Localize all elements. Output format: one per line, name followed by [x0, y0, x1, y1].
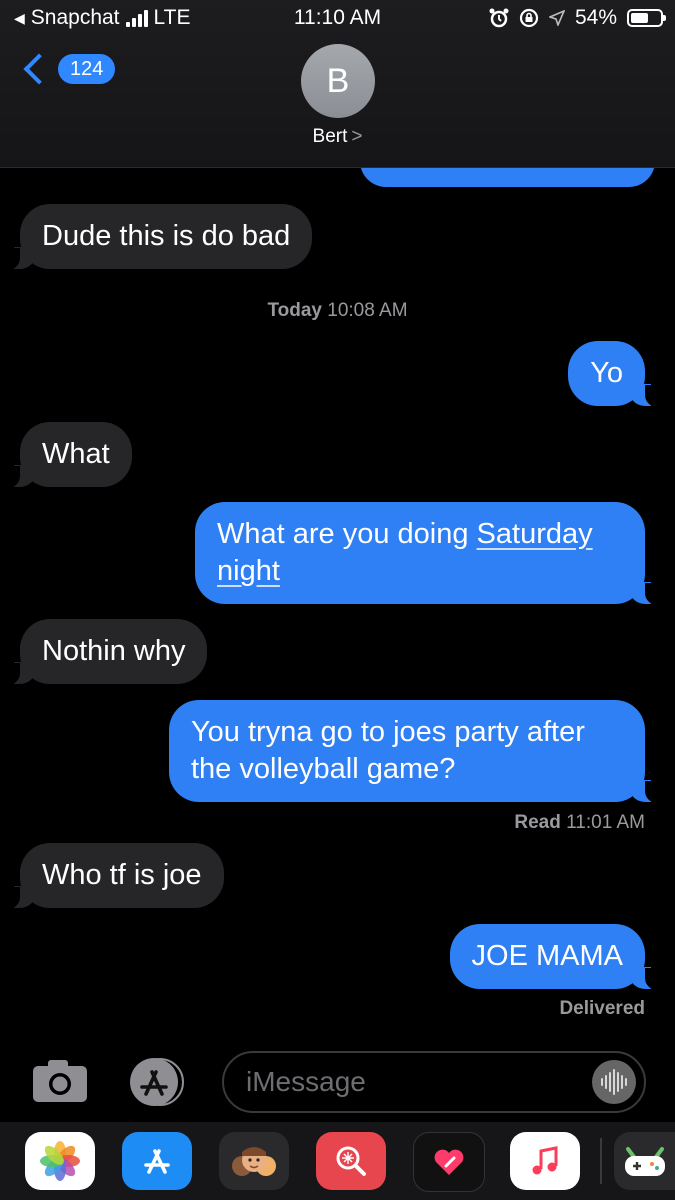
timestamp-day: Today: [267, 300, 322, 321]
message-text: Yo: [590, 357, 623, 389]
app-drawer: [0, 1122, 675, 1200]
message-input-placeholder: iMessage: [246, 1066, 366, 1097]
app-store-icon[interactable]: [124, 1056, 188, 1108]
message-text: Who tf is joe: [42, 859, 202, 891]
search-images-icon[interactable]: [316, 1132, 386, 1190]
timestamp-time: 10:08 AM: [327, 300, 408, 321]
message-outgoing[interactable]: Yo: [568, 341, 657, 407]
read-label: Read: [514, 812, 561, 833]
delivered-receipt: Delivered: [559, 998, 645, 1020]
chevron-right-icon: >: [351, 126, 363, 147]
avatar[interactable]: B: [301, 44, 375, 118]
message-outgoing[interactable]: You tryna go to joes party after the vol…: [169, 700, 657, 803]
message-incoming[interactable]: Nothin why: [7, 619, 208, 685]
message-text: What are you doing: [217, 518, 477, 550]
message-text: Nothin why: [42, 635, 186, 667]
contact-name[interactable]: Bert >: [0, 126, 675, 148]
game-icon[interactable]: [614, 1132, 675, 1190]
date-link[interactable]: night: [217, 555, 280, 587]
delivered-label: Delivered: [559, 998, 645, 1019]
photos-icon[interactable]: [25, 1132, 95, 1190]
message-text: You tryna go to joes party after the vol…: [191, 716, 585, 785]
camera-icon[interactable]: [32, 1059, 88, 1103]
status-bar: ◀ Snapchat LTE 11:10 AM 54%: [0, 0, 675, 36]
avatar-initial: B: [326, 61, 350, 100]
contact-name-label: Bert: [312, 126, 348, 147]
message-outgoing[interactable]: What are you doing Saturday night: [195, 502, 657, 605]
battery-percent: 54%: [574, 6, 617, 29]
rotation-lock-icon: [519, 8, 539, 28]
app-store-icon[interactable]: [122, 1132, 192, 1190]
battery-icon: [627, 9, 666, 27]
audio-message-button[interactable]: [592, 1060, 636, 1104]
timestamp: Today 10:08 AM: [0, 300, 675, 322]
date-link[interactable]: Saturday: [477, 518, 593, 550]
memoji-icon[interactable]: [219, 1132, 289, 1190]
back-button[interactable]: 124: [23, 53, 116, 85]
read-time: 11:01 AM: [566, 812, 645, 833]
message-text: Dude this is do bad: [42, 220, 291, 252]
message-incoming[interactable]: What: [8, 422, 132, 488]
alarm-icon: [489, 8, 509, 28]
digital-touch-icon[interactable]: [413, 1132, 485, 1192]
message-input[interactable]: iMessage: [222, 1051, 646, 1113]
location-icon: [548, 10, 565, 26]
message-text: What: [42, 438, 110, 470]
message-outgoing[interactable]: JOE MAMA: [449, 924, 658, 990]
unread-badge: 124: [58, 54, 116, 84]
message-incoming[interactable]: Who tf is joe: [8, 843, 224, 909]
message-incoming[interactable]: Dude this is do bad: [7, 204, 313, 270]
message-text: JOE MAMA: [471, 940, 623, 972]
drawer-divider: [600, 1138, 602, 1184]
read-receipt: Read 11:01 AM: [514, 812, 645, 834]
music-icon[interactable]: [510, 1132, 580, 1190]
chevron-left-icon: [23, 53, 55, 85]
